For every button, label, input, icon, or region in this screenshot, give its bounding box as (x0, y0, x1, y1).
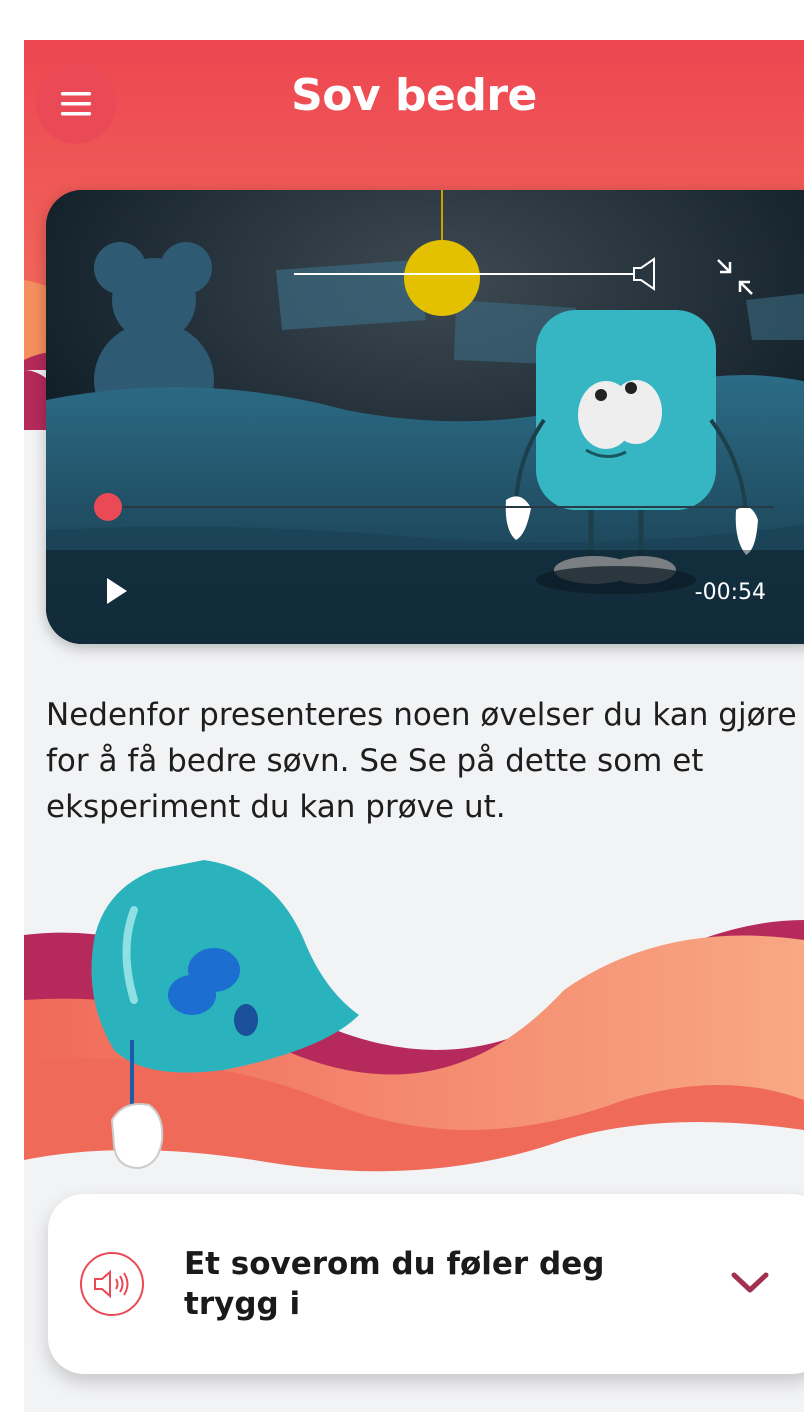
video-thumbnail (46, 190, 804, 644)
play-icon[interactable] (104, 576, 130, 606)
exercise-card[interactable]: Et soverom du føler deg trygg i (48, 1194, 804, 1374)
app-header: Sov bedre (24, 40, 804, 170)
exercise-title: Et soverom du føler deg trygg i (184, 1246, 605, 1322)
seek-handle[interactable] (94, 493, 122, 521)
audio-speaker-icon (80, 1252, 144, 1316)
chevron-down-icon[interactable] (730, 1270, 770, 1296)
intro-text: Nedenfor presenteres noen øvelser du kan… (46, 697, 797, 825)
time-remaining: -00:54 (694, 580, 766, 605)
video-player[interactable]: -00:54 (46, 190, 804, 644)
volume-slider[interactable] (294, 273, 634, 275)
collapse-icon[interactable] (712, 254, 758, 300)
seek-bar[interactable] (108, 506, 774, 508)
app-screen: Sov bedre -00:54 Nedenfor presenteres no… (24, 40, 804, 1412)
speaker-icon[interactable] (632, 256, 658, 292)
page-title: Sov bedre (291, 70, 537, 121)
